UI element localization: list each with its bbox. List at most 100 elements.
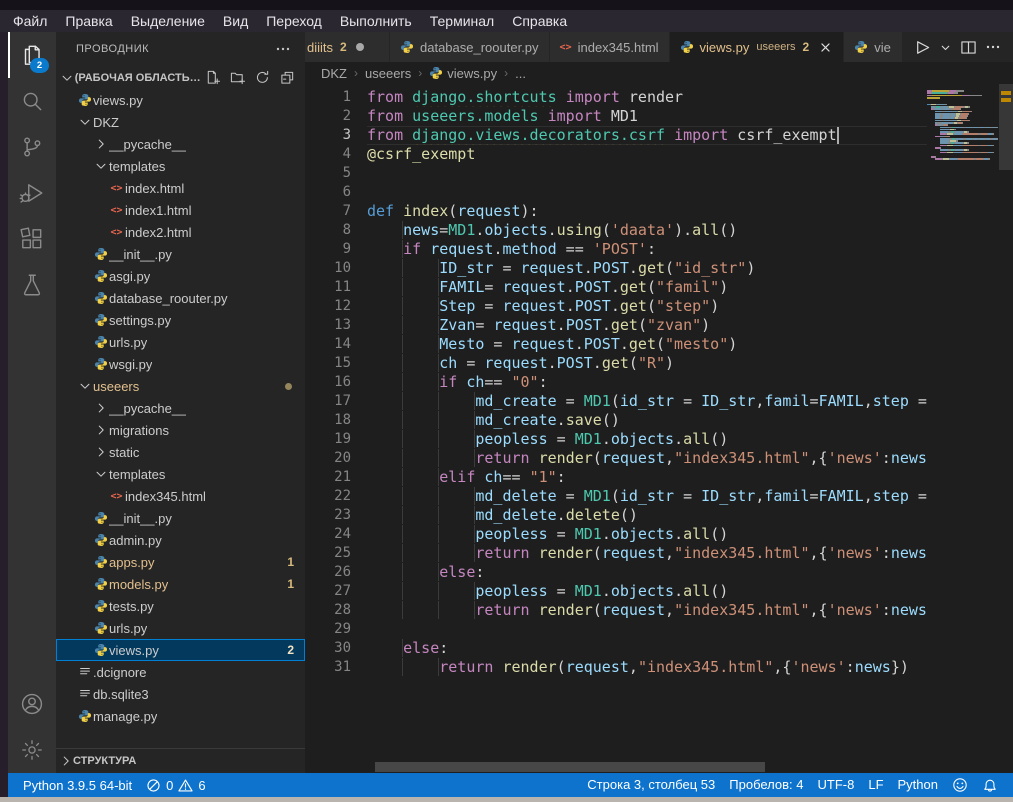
python-interpreter-status[interactable]: Python 3.9.5 64-bit (16, 778, 139, 793)
run-dropdown-button[interactable] (937, 39, 954, 56)
tree-item-__pycache__[interactable]: __pycache__ (56, 397, 305, 419)
minimap-line (927, 158, 999, 160)
python-file-icon (94, 335, 108, 349)
tab-database_roouter.py[interactable]: database_roouter.py (390, 32, 550, 62)
vertical-scrollbar-thumb[interactable] (999, 84, 1013, 170)
chevron-down-icon (78, 379, 92, 393)
sidebar-more-icon[interactable] (273, 39, 293, 59)
horizontal-scrollbar-thumb[interactable] (375, 762, 765, 772)
activity-bar: 2 (8, 32, 56, 773)
tree-item-index1.html[interactable]: <>index1.html (56, 199, 305, 221)
eol-status[interactable]: LF (861, 777, 890, 792)
menu-item-файл[interactable]: Файл (4, 13, 56, 29)
tree-item-apps.py[interactable]: apps.py1 (56, 551, 305, 573)
tab-diiits[interactable]: diiits2 (305, 32, 390, 62)
tab-problems-badge: 2 (803, 40, 810, 54)
indentation-status[interactable]: Пробелов: 4 (722, 777, 810, 792)
tree-item-admin.py[interactable]: admin.py (56, 529, 305, 551)
tree-item-migrations[interactable]: migrations (56, 419, 305, 441)
line-number: 27 (305, 582, 367, 601)
activitybar-run-debug[interactable] (8, 170, 56, 216)
code-line-content: return render(request,"index345.html",{'… (367, 544, 927, 563)
cursor-position-status[interactable]: Строка 3, столбец 53 (580, 777, 722, 792)
tree-item-views.py[interactable]: views.py2 (56, 639, 305, 661)
menu-item-вид[interactable]: Вид (214, 13, 257, 29)
menu-item-выделение[interactable]: Выделение (122, 13, 214, 29)
tree-item-DKZ[interactable]: DKZ (56, 111, 305, 133)
problems-status[interactable]: 0 6 (139, 778, 212, 793)
tree-item-label: index345.html (125, 489, 206, 504)
tree-item-db.sqlite3[interactable]: db.sqlite3 (56, 683, 305, 705)
editor-body: 1from django.shortcuts import render2fro… (305, 84, 1013, 773)
code-editor[interactable]: 1from django.shortcuts import render2fro… (305, 84, 927, 773)
menu-item-терминал[interactable]: Терминал (421, 13, 503, 29)
menu-item-справка[interactable]: Справка (503, 13, 576, 29)
activitybar-explorer[interactable]: 2 (8, 32, 56, 78)
activitybar-settings[interactable] (8, 727, 56, 773)
file-icon (92, 335, 109, 349)
code-line-1: 1from django.shortcuts import render (305, 88, 927, 107)
language-mode-status[interactable]: Python (891, 777, 945, 792)
code-line-31: 31 return render(request,"index345.html"… (305, 658, 927, 677)
refresh-explorer-button[interactable] (253, 68, 272, 87)
tree-item-label: __pycache__ (109, 401, 186, 416)
tree-item-urls.py[interactable]: urls.py (56, 331, 305, 353)
tree-item-wsgi.py[interactable]: wsgi.py (56, 353, 305, 375)
menu-item-правка[interactable]: Правка (56, 13, 121, 29)
tree-item-models.py[interactable]: models.py1 (56, 573, 305, 595)
tree-item-useeers[interactable]: useeers (56, 375, 305, 397)
tree-item-manage.py[interactable]: manage.py (56, 705, 305, 727)
code-line-content: @csrf_exempt (367, 145, 927, 164)
collapse-folders-button[interactable] (278, 68, 297, 87)
menu-item-переход[interactable]: Переход (257, 13, 331, 29)
close-tab-button[interactable] (818, 40, 833, 55)
horizontal-scrollbar[interactable] (367, 762, 927, 772)
tree-item-.dcignore[interactable]: .dcignore (56, 661, 305, 683)
new-file-button[interactable] (203, 68, 222, 87)
more-editor-actions-button[interactable] (983, 37, 1003, 57)
breadcrumb-item-useeers[interactable]: useeers (365, 66, 411, 81)
minimap[interactable] (927, 84, 999, 773)
encoding-status[interactable]: UTF-8 (811, 777, 862, 792)
tab-vie[interactable]: vie (844, 32, 903, 62)
tree-item-__init__.py[interactable]: __init__.py (56, 507, 305, 529)
tree-item-index2.html[interactable]: <>index2.html (56, 221, 305, 243)
tab-index345.html[interactable]: <> index345.html (550, 32, 670, 62)
code-line-content: ch = request.POST.get("R") (367, 354, 927, 373)
menu-item-выполнить[interactable]: Выполнить (331, 13, 421, 29)
tree-item-tests.py[interactable]: tests.py (56, 595, 305, 617)
tree-item-templates[interactable]: templates (56, 155, 305, 177)
breadcrumb-item-[interactable]: ... (515, 66, 526, 81)
tweet-feedback-button[interactable] (945, 777, 975, 793)
code-line-content (367, 164, 927, 183)
activitybar-testing[interactable] (8, 262, 56, 308)
activitybar-extensions[interactable] (8, 216, 56, 262)
tree-item-index.html[interactable]: <>index.html (56, 177, 305, 199)
tree-item-urls.py[interactable]: urls.py (56, 617, 305, 639)
split-editor-button[interactable] (958, 37, 979, 58)
tree-item-static[interactable]: static (56, 441, 305, 463)
notifications-bell-button[interactable] (975, 777, 1005, 793)
tab-views.py[interactable]: views.pyuseeers2 (670, 32, 845, 62)
html-file-icon: <> (560, 42, 572, 53)
breadcrumb-item-viewspy[interactable]: views.py (429, 66, 497, 81)
tab-label: index345.html (578, 40, 659, 55)
vertical-scrollbar[interactable] (999, 84, 1013, 773)
tree-item-asgi.py[interactable]: asgi.py (56, 265, 305, 287)
activitybar-search[interactable] (8, 78, 56, 124)
run-python-file-button[interactable] (910, 36, 933, 59)
tree-item-index345.html[interactable]: <>index345.html (56, 485, 305, 507)
problems-badge: 1 (287, 577, 294, 591)
workspace-section-header[interactable]: (РАБОЧАЯ ОБЛАСТЬ) ... (56, 66, 305, 89)
breadcrumb-item-DKZ[interactable]: DKZ (321, 66, 347, 81)
tree-item-database_roouter.py[interactable]: database_roouter.py (56, 287, 305, 309)
outline-section-header[interactable]: СТРУКТУРА (56, 748, 305, 773)
new-folder-button[interactable] (228, 68, 247, 87)
tree-item-__pycache__[interactable]: __pycache__ (56, 133, 305, 155)
tree-item-templates[interactable]: templates (56, 463, 305, 485)
tree-item-settings.py[interactable]: settings.py (56, 309, 305, 331)
activitybar-account[interactable] (8, 681, 56, 727)
activitybar-source-control[interactable] (8, 124, 56, 170)
tree-item-__init__.py[interactable]: __init__.py (56, 243, 305, 265)
tree-item-views.py[interactable]: views.py (56, 89, 305, 111)
